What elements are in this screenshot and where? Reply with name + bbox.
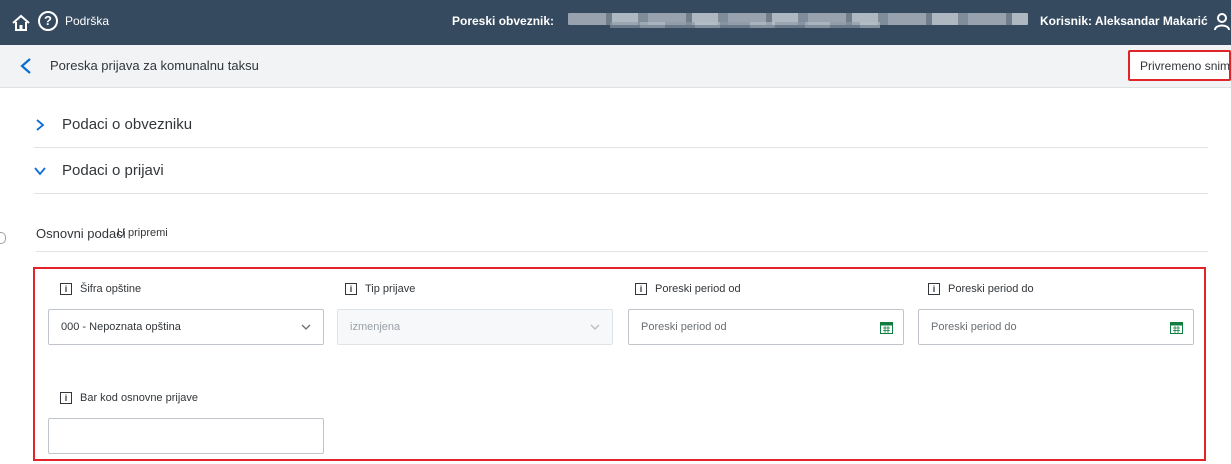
barcode-label: i Bar kod osnovne prijave [60,392,198,406]
municipality-code-label: i Šifra opštine [60,283,141,297]
side-panel-handle[interactable] [0,232,6,244]
section-label: Podaci o obvezniku [62,116,193,133]
user-label: Korisnik: Aleksandar Makarić [1040,14,1208,28]
info-icon[interactable]: i [635,283,647,295]
back-icon[interactable] [19,58,33,74]
chevron-down-icon[interactable] [301,323,311,331]
period-from-label: i Poreski period od [635,283,741,297]
info-icon[interactable]: i [60,283,72,295]
chevron-right-icon [36,119,45,131]
user-icon[interactable] [1214,12,1230,32]
period-to-date-input[interactable]: Poreski period do [918,309,1194,345]
basic-data-form: i Šifra opštine i Tip prijave i Poreski … [33,267,1206,461]
info-icon[interactable]: i [60,392,72,404]
basic-data-title: Osnovni podaci [36,226,126,241]
home-icon[interactable] [11,13,31,33]
filing-type-select: izmenjena [337,309,613,345]
section-taxpayer-data[interactable]: Podaci o obvezniku [34,104,1208,148]
calendar-icon[interactable] [880,321,893,334]
page-title: Poreska prijava za komunalnu taksu [50,58,259,73]
section-filing-data[interactable]: Podaci o prijavi [34,150,1208,194]
filing-type-label: i Tip prijave [345,283,415,297]
barcode-input[interactable] [48,418,324,454]
shell-bar: ? Podrška Poreski obveznik: Korisnik: Al… [0,0,1231,45]
help-icon[interactable]: ? [38,11,58,31]
calendar-icon[interactable] [1170,321,1183,334]
page-header: Poreska prijava za komunalnu taksu Privr… [0,45,1231,88]
chevron-down-icon [34,167,46,176]
taxpayer-redacted-detail [610,22,880,28]
section-label: Podaci o prijavi [62,162,164,179]
chevron-down-icon [590,324,600,330]
save-draft-button[interactable]: Privremeno snimi [1128,50,1231,81]
support-link[interactable]: Podrška [65,14,109,28]
period-to-label: i Poreski period do [928,283,1034,297]
period-from-date-input[interactable]: Poreski period od [628,309,904,345]
info-icon[interactable]: i [928,283,940,295]
taxpayer-label: Poreski obveznik: [452,14,555,28]
municipality-code-select[interactable]: 000 - Nepoznata opština [48,309,324,345]
status-badge: U pripremi [117,227,168,239]
info-icon[interactable]: i [345,283,357,295]
basic-data-header: Osnovni podaci U pripremi [36,214,1208,252]
